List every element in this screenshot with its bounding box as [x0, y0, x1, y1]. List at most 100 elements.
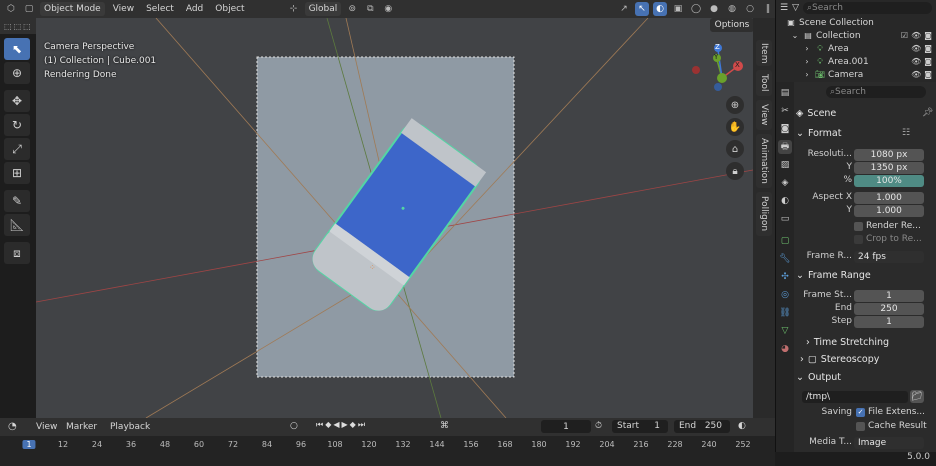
timeline-menu-playback[interactable]: Playback [110, 422, 150, 432]
world-tab-icon[interactable]: ◐ [778, 194, 792, 208]
file-extension-checkbox[interactable]: ✓ File Extens... [856, 407, 925, 417]
wireframe-shading-icon[interactable]: ◯ [689, 2, 703, 16]
outliner-editor-icon[interactable]: ☰ [780, 3, 788, 13]
menu-view[interactable]: View [109, 2, 138, 16]
material-shading-icon[interactable]: ◍ [725, 2, 739, 16]
menu-select[interactable]: Select [142, 2, 178, 16]
tool-tab-icon[interactable]: ✂ [778, 104, 792, 118]
visibility-icon[interactable]: 👁︎ [911, 70, 921, 79]
overlays-icon[interactable]: ◐ [653, 2, 667, 16]
zoom-icon[interactable]: ⊕ [726, 96, 744, 114]
outliner-search-input[interactable]: ⌕ Search [803, 2, 932, 14]
format-panel-header[interactable]: ⌄ Format [796, 128, 841, 139]
scene-tab-icon[interactable]: ◈ [778, 176, 792, 190]
frame-start-field[interactable]: 1 [854, 290, 924, 302]
checkbox-icon[interactable]: ☑ [901, 31, 908, 40]
visibility-icon[interactable]: 👁︎ [911, 44, 921, 53]
properties-editor-icon[interactable]: ▤ [778, 86, 792, 100]
object-tab-icon[interactable]: ▢ [778, 234, 792, 248]
presets-icon[interactable]: ☷ [902, 128, 910, 138]
render-icon[interactable]: ◙ [924, 44, 932, 53]
proportional-edit-icon[interactable]: ◉ [381, 2, 395, 16]
lock-camera-icon[interactable]: 🔒︎ [726, 162, 744, 180]
pivot-icon[interactable]: ⊚ [345, 2, 359, 16]
outliner-scene-collection[interactable]: ▣ Scene Collection [776, 16, 936, 29]
frame-end-field[interactable]: 250 [854, 303, 924, 315]
current-frame-marker[interactable]: 1 [22, 440, 36, 449]
add-cube-tool-icon[interactable]: ⧈ [4, 242, 30, 264]
gizmo-toggle-icon[interactable]: ↗ [617, 2, 631, 16]
material-tab-icon[interactable]: ◕ [778, 342, 792, 356]
checkbox-icon[interactable]: ▢ [808, 354, 817, 365]
expand-icon[interactable]: ⌄ [790, 31, 800, 41]
output-tab-icon[interactable]: 🖶︎ [778, 140, 792, 154]
move-tool-icon[interactable]: ✥ [4, 90, 30, 112]
tab-item[interactable]: Item [756, 40, 772, 66]
measure-tool-icon[interactable]: 📐︎ [4, 214, 30, 236]
expand-icon[interactable]: › [802, 44, 812, 54]
pin-icon[interactable]: 📌︎ [922, 108, 933, 118]
stereoscopy-header[interactable]: › ▢ Stereoscopy [800, 354, 879, 365]
output-path-field[interactable]: /tmp\ [802, 391, 908, 403]
resolution-percent-slider[interactable]: 100% [854, 175, 924, 187]
tab-view[interactable]: View [756, 100, 772, 130]
tab-animation[interactable]: Animation [756, 134, 772, 188]
current-frame-field[interactable]: 1 [541, 420, 591, 433]
end-frame-field[interactable]: End 250 [674, 420, 730, 433]
select-box-icon[interactable]: ⬚ [4, 22, 12, 31]
xray-icon[interactable]: ▣ [671, 2, 685, 16]
render-tab-icon[interactable]: ◙ [778, 122, 792, 136]
cache-result-checkbox[interactable]: Cache Result [856, 421, 927, 431]
collection-tab-icon[interactable]: ▭ [778, 212, 792, 226]
autokey-icon[interactable]: ○ [290, 421, 298, 431]
pause-render-icon[interactable]: ‖ [761, 2, 775, 16]
folder-icon[interactable]: 📁︎ [910, 390, 924, 403]
outliner-item-camera[interactable]: › 📷︎ Camera 👁︎ ◙ [776, 68, 936, 81]
aspect-x-field[interactable]: 1.000 [854, 192, 924, 204]
show-gizmo-icon[interactable]: ↖ [635, 2, 649, 16]
navigation-gizmo[interactable]: X Y Z [690, 42, 746, 98]
visibility-icon[interactable]: 👁︎ [911, 57, 921, 66]
expand-icon[interactable]: › [802, 70, 812, 80]
timeline-menu-marker[interactable]: Marker [66, 422, 97, 432]
render-icon[interactable]: ◙ [924, 70, 932, 79]
play-reverse-icon[interactable]: ◀ [333, 420, 339, 433]
play-icon[interactable]: ▶ [342, 420, 348, 433]
options-button[interactable]: Options [710, 18, 753, 32]
mode-dropdown[interactable]: Object Mode [40, 2, 105, 16]
render-region-checkbox[interactable]: Render Re... [854, 221, 921, 231]
menu-add[interactable]: Add [182, 2, 207, 16]
media-type-dropdown[interactable]: Image [854, 437, 924, 449]
view-layer-tab-icon[interactable]: ▨ [778, 158, 792, 172]
3d-viewport[interactable]: ⁘ Camera Perspective (1) Collection | Cu… [36, 18, 753, 418]
jump-end-icon[interactable]: ⏭ [358, 420, 365, 433]
next-keyframe-icon[interactable]: ◆ [350, 420, 356, 433]
select-extend-icon[interactable]: ⬚ [14, 22, 22, 31]
rendered-shading-icon[interactable]: ○ [743, 2, 757, 16]
editor-type-icon[interactable]: ⬡ [4, 2, 18, 16]
output-panel-header[interactable]: ⌄ Output [796, 372, 841, 383]
cursor-tool-icon[interactable]: ⊕ [4, 62, 30, 84]
properties-search-input[interactable]: ⌕ Search [826, 86, 926, 98]
outliner-item-area-001[interactable]: › 💡︎ Area.001 👁︎ ◙ [776, 55, 936, 68]
outliner-item-area[interactable]: › 💡︎ Area 👁︎ ◙ [776, 42, 936, 55]
filter-icon[interactable]: ▽ [792, 3, 799, 13]
pan-hand-icon[interactable]: ✋ [726, 118, 744, 136]
timeline-editor-icon[interactable]: ◔ [8, 421, 17, 432]
camera-view-icon[interactable]: ⌂ [726, 140, 744, 158]
frame-range-panel-header[interactable]: ⌄ Frame Range [796, 270, 871, 281]
select-box-tool-icon[interactable]: ⬉ [4, 38, 30, 60]
select-subtract-icon[interactable]: ⬚ [23, 22, 31, 31]
tab-polligon[interactable]: Polligon [756, 192, 772, 236]
prev-keyframe-icon[interactable]: ◆ [325, 420, 331, 433]
snap-icon[interactable]: ⧉ [363, 2, 377, 16]
outliner-collection[interactable]: ⌄ ▤ Collection ☑ 👁︎ ◙ [776, 29, 936, 42]
render-icon[interactable]: ◙ [924, 57, 932, 66]
resolution-x-field[interactable]: 1080 px [854, 149, 924, 161]
transform-tool-icon[interactable]: ⊞ [4, 162, 30, 184]
aspect-y-field[interactable]: 1.000 [854, 205, 924, 217]
snap-timeline-icon[interactable]: ◐ [738, 421, 746, 431]
solid-shading-icon[interactable]: ● [707, 2, 721, 16]
crop-checkbox[interactable]: Crop to Re... [854, 234, 922, 244]
rotate-tool-icon[interactable]: ↻ [4, 114, 30, 136]
